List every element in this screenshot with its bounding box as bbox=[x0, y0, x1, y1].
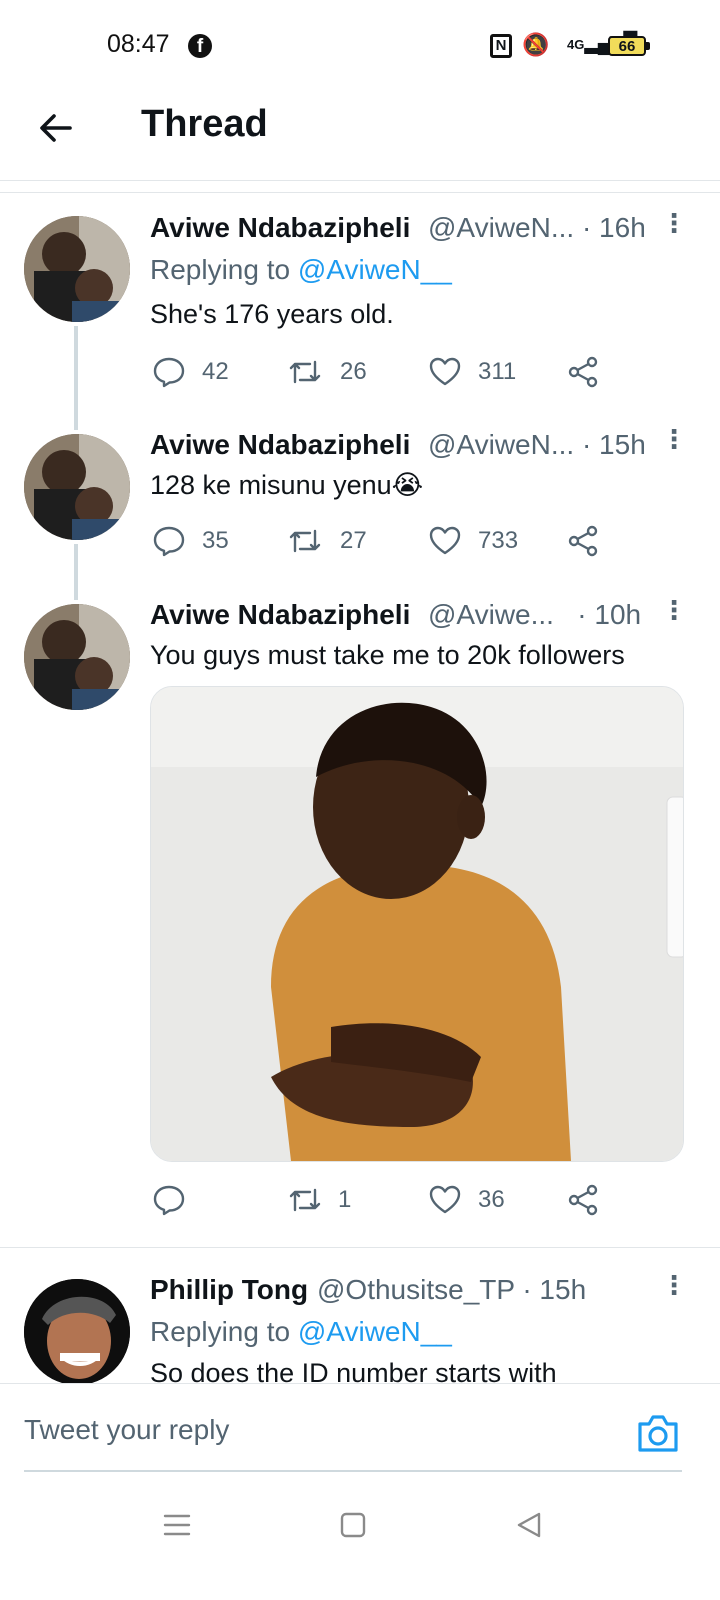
meme-photo bbox=[151, 687, 683, 1161]
retweet-icon[interactable] bbox=[288, 1183, 322, 1217]
tweet-handle: @Aviwe... bbox=[428, 599, 554, 630]
tweet-time: · 15h bbox=[581, 429, 646, 460]
nfc-icon: N bbox=[490, 34, 512, 58]
replying-prefix: Replying to bbox=[150, 1316, 291, 1347]
menu-nav-icon[interactable] bbox=[160, 1508, 194, 1542]
header-divider-2 bbox=[0, 192, 720, 193]
avatar-photo bbox=[24, 604, 130, 710]
more-options-icon[interactable]: ⋮ bbox=[661, 210, 687, 236]
tweet-author-handle[interactable]: @Aviwe... · 10h bbox=[428, 599, 641, 631]
like-count: 311 bbox=[478, 358, 517, 385]
tweet-time: · 15h bbox=[522, 1274, 587, 1305]
like-icon[interactable] bbox=[428, 355, 462, 389]
reply-bar-divider bbox=[0, 1383, 720, 1384]
header-divider bbox=[0, 180, 720, 181]
like-count: 36 bbox=[478, 1186, 505, 1213]
back-arrow-icon[interactable] bbox=[36, 108, 76, 148]
tweet-text: You guys must take me to 20k followers bbox=[150, 640, 625, 670]
tweet-text: So does the ID number starts with bbox=[150, 1358, 557, 1383]
tweet-divider bbox=[0, 1247, 720, 1248]
tweet-handle: @AviweN... bbox=[428, 429, 575, 460]
tweet-author-handle[interactable]: @AviweN... · 16h bbox=[428, 212, 646, 244]
tweet-time: · 16h bbox=[581, 212, 646, 243]
tweet-handle: @Othusitse_TP bbox=[317, 1274, 515, 1305]
camera-icon[interactable] bbox=[636, 1412, 680, 1454]
retweet-count: 26 bbox=[340, 358, 367, 385]
battery-icon: 66 bbox=[608, 36, 646, 56]
replying-to: Replying to @AviweN__ bbox=[150, 254, 452, 286]
tweet-author-handle[interactable]: @Othusitse_TP · 15h bbox=[317, 1274, 586, 1306]
tweet-author-name[interactable]: Aviwe Ndabazipheli bbox=[150, 212, 410, 244]
tweet-author-name[interactable]: Aviwe Ndabazipheli bbox=[150, 429, 410, 461]
reply-icon[interactable] bbox=[152, 1183, 186, 1217]
replying-to-link[interactable]: @AviweN__ bbox=[298, 254, 452, 285]
tweet-text: 128 ke misunu yenu😭 bbox=[150, 470, 424, 500]
replying-to: Replying to @AviweN__ bbox=[150, 1316, 452, 1348]
tweet-media-image[interactable] bbox=[150, 686, 684, 1162]
retweet-icon[interactable] bbox=[288, 524, 322, 558]
avatar[interactable] bbox=[24, 1279, 130, 1385]
tweet-time: · 10h bbox=[577, 599, 642, 630]
retweet-icon[interactable] bbox=[288, 355, 322, 389]
page-title: Thread bbox=[141, 103, 268, 145]
reply-icon[interactable] bbox=[152, 524, 186, 558]
back-nav-icon[interactable] bbox=[512, 1508, 546, 1542]
tweet-handle: @AviweN... bbox=[428, 212, 575, 243]
tweet-text: She's 176 years old. bbox=[150, 299, 394, 329]
status-time: 08:47 bbox=[107, 30, 170, 58]
thread-line bbox=[74, 544, 78, 600]
reply-count: 42 bbox=[202, 358, 229, 385]
reply-input[interactable]: Tweet your reply bbox=[24, 1414, 229, 1446]
tweet-author-name[interactable]: Aviwe Ndabazipheli bbox=[150, 599, 410, 631]
avatar-photo bbox=[24, 434, 130, 540]
retweet-count: 27 bbox=[340, 527, 367, 554]
avatar[interactable] bbox=[24, 604, 130, 710]
reply-input-underline bbox=[24, 1470, 682, 1472]
more-options-icon[interactable]: ⋮ bbox=[661, 597, 687, 623]
reply-icon[interactable] bbox=[152, 355, 186, 389]
avatar-photo bbox=[24, 216, 130, 322]
retweet-count: 1 bbox=[338, 1186, 352, 1213]
share-icon[interactable] bbox=[566, 355, 600, 389]
avatar-photo bbox=[24, 1279, 130, 1385]
more-options-icon[interactable]: ⋮ bbox=[661, 1272, 687, 1298]
thread-line bbox=[74, 326, 78, 430]
like-icon[interactable] bbox=[428, 524, 462, 558]
share-icon[interactable] bbox=[566, 524, 600, 558]
avatar[interactable] bbox=[24, 216, 130, 322]
replying-to-link[interactable]: @AviweN__ bbox=[298, 1316, 452, 1347]
tweet-text-clip: So does the ID number starts with bbox=[150, 1358, 670, 1383]
like-icon[interactable] bbox=[428, 1183, 462, 1217]
more-options-icon[interactable]: ⋮ bbox=[661, 426, 687, 452]
tweet-author-handle[interactable]: @AviweN... · 15h bbox=[428, 429, 646, 461]
reply-count: 35 bbox=[202, 527, 229, 554]
facebook-notification-icon: f bbox=[188, 34, 212, 58]
avatar[interactable] bbox=[24, 434, 130, 540]
tweet-author-name[interactable]: Phillip Tong bbox=[150, 1274, 308, 1306]
mute-icon: 🔕 bbox=[522, 32, 550, 57]
replying-prefix: Replying to bbox=[150, 254, 291, 285]
network-type: 4G bbox=[567, 37, 585, 52]
share-icon[interactable] bbox=[566, 1183, 600, 1217]
battery-tip bbox=[646, 42, 650, 50]
like-count: 733 bbox=[478, 527, 519, 554]
battery-level: 66 bbox=[618, 38, 636, 55]
home-nav-icon[interactable] bbox=[336, 1508, 370, 1542]
